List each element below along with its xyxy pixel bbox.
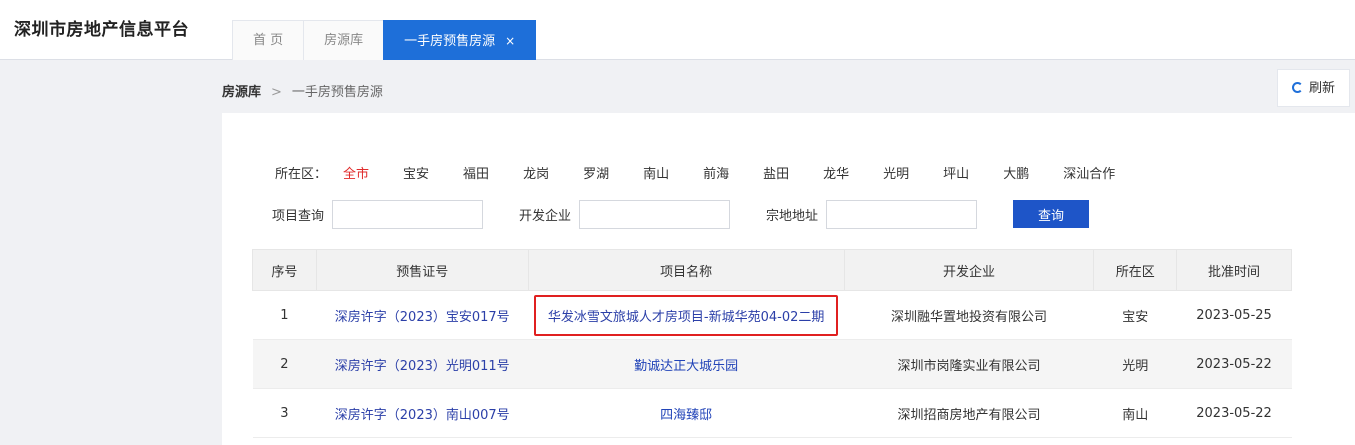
district-option-qianhai[interactable]: 前海 — [703, 163, 729, 182]
row-permit-cell: 深房许字（2023）光明011号 — [316, 339, 529, 389]
district-option-luohu[interactable]: 罗湖 — [583, 163, 609, 182]
district-option-nanshan[interactable]: 南山 — [643, 163, 669, 182]
district-option-pingshan[interactable]: 坪山 — [943, 163, 969, 182]
tab-home-label: 首 页 — [253, 33, 284, 48]
query-button[interactable]: 查询 — [1013, 200, 1090, 228]
tab-listings-label: 房源库 — [324, 33, 364, 48]
tab-presale-label: 一手房预售房源 — [404, 34, 496, 49]
row-district: 南山 — [1093, 388, 1177, 438]
row-developer: 深圳招商房地产有限公司 — [844, 388, 1094, 438]
project-link[interactable]: 华发冰雪文旅城人才房项目-新城华苑04-02二期 — [548, 310, 824, 325]
district-option-shenshan[interactable]: 深汕合作 — [1063, 163, 1115, 182]
row-permit-cell: 深房许字（2023）宝安017号 — [316, 290, 529, 340]
developer-input[interactable] — [579, 199, 731, 229]
header-project: 项目名称 — [527, 249, 845, 291]
parcel-address-input[interactable] — [826, 199, 978, 229]
row-district: 光明 — [1093, 339, 1177, 389]
row-no: 1 — [252, 290, 317, 340]
row-date: 2023-05-25 — [1176, 290, 1292, 340]
district-option-yantian[interactable]: 盐田 — [763, 163, 789, 182]
row-district: 宝安 — [1093, 290, 1177, 340]
top-bar: 深圳市房地产信息平台 首 页 房源库 一手房预售房源 × — [0, 0, 1355, 60]
row-permit-cell: 深房许字（2023）南山007号 — [316, 388, 529, 438]
developer-label: 开发企业 — [519, 208, 572, 224]
header-permit: 预售证号 — [315, 249, 529, 291]
refresh-icon — [1291, 82, 1303, 93]
sidebar — [0, 61, 222, 445]
permit-link[interactable]: 深房许字（2023）光明011号 — [335, 359, 510, 374]
parcel-address-label: 宗地地址 — [766, 208, 819, 224]
row-date: 2023-05-22 — [1176, 388, 1292, 438]
district-option-longgang[interactable]: 龙岗 — [523, 163, 549, 182]
row-no: 3 — [252, 388, 317, 438]
row-project-cell: 四海臻邸 — [528, 388, 845, 438]
tab-presale[interactable]: 一手房预售房源 × — [383, 20, 537, 60]
project-link[interactable]: 勤诚达正大城乐园 — [634, 359, 738, 374]
table-row: 3 深房许字（2023）南山007号 四海臻邸 深圳招商房地产有限公司 南山 2… — [252, 388, 1292, 438]
tab-bar: 首 页 房源库 一手房预售房源 × — [232, 20, 537, 60]
header-developer: 开发企业 — [843, 249, 1095, 291]
row-developer: 深圳融华置地投资有限公司 — [844, 290, 1094, 340]
refresh-button[interactable]: 刷新 — [1276, 69, 1350, 107]
header-no: 序号 — [252, 249, 317, 291]
breadcrumb-root[interactable]: 房源库 — [222, 85, 261, 100]
table-row: 1 深房许字（2023）宝安017号 华发冰雪文旅城人才房项目-新城华苑04-0… — [252, 290, 1292, 340]
breadcrumb-separator: > — [271, 85, 282, 100]
permit-link[interactable]: 深房许字（2023）南山007号 — [335, 408, 510, 423]
content-panel: 所在区： 全市 宝安 福田 龙岗 罗湖 南山 前海 盐田 龙华 光明 坪山 大鹏… — [222, 113, 1355, 445]
row-project-cell: 华发冰雪文旅城人才房项目-新城华苑04-02二期 — [528, 290, 845, 340]
row-project-cell: 勤诚达正大城乐园 — [528, 339, 845, 389]
district-filter-label: 所在区： — [275, 167, 328, 182]
district-filter: 所在区： 全市 宝安 福田 龙岗 罗湖 南山 前海 盐田 龙华 光明 坪山 大鹏… — [275, 163, 1149, 182]
breadcrumb: 房源库 > 一手房预售房源 — [222, 81, 383, 100]
table-header-row: 序号 预售证号 项目名称 开发企业 所在区 批准时间 — [252, 249, 1292, 291]
breadcrumb-current: 一手房预售房源 — [291, 85, 383, 100]
row-date: 2023-05-22 — [1176, 339, 1292, 389]
tab-home[interactable]: 首 页 — [232, 20, 305, 60]
district-option-longhua[interactable]: 龙华 — [823, 163, 849, 182]
presale-table: 序号 预售证号 项目名称 开发企业 所在区 批准时间 1 深房许字（2023）宝… — [252, 249, 1292, 438]
highlight-box: 华发冰雪文旅城人才房项目-新城华苑04-02二期 — [533, 294, 839, 336]
district-option-baoan[interactable]: 宝安 — [403, 163, 429, 182]
row-developer: 深圳市岗隆实业有限公司 — [844, 339, 1094, 389]
project-search-input[interactable] — [332, 199, 484, 229]
header-date: 批准时间 — [1176, 249, 1292, 291]
district-option-futian[interactable]: 福田 — [463, 163, 489, 182]
district-option-dapeng[interactable]: 大鹏 — [1003, 163, 1029, 182]
district-option-guangming[interactable]: 光明 — [883, 163, 909, 182]
site-title: 深圳市房地产信息平台 — [14, 20, 189, 40]
search-form: 项目查询 开发企业 宗地地址 查询 — [272, 199, 1090, 229]
header-district: 所在区 — [1093, 249, 1178, 291]
permit-link[interactable]: 深房许字（2023）宝安017号 — [335, 310, 510, 325]
table-row: 2 深房许字（2023）光明011号 勤诚达正大城乐园 深圳市岗隆实业有限公司 … — [252, 339, 1292, 389]
project-link[interactable]: 四海臻邸 — [660, 408, 712, 423]
row-no: 2 — [252, 339, 317, 389]
tab-listings[interactable]: 房源库 — [303, 20, 385, 60]
refresh-label: 刷新 — [1308, 81, 1335, 96]
breadcrumb-bar: 房源库 > 一手房预售房源 刷新 — [222, 61, 1355, 113]
close-icon[interactable]: × — [505, 34, 515, 48]
district-option-all[interactable]: 全市 — [343, 163, 369, 182]
project-search-label: 项目查询 — [272, 208, 325, 224]
